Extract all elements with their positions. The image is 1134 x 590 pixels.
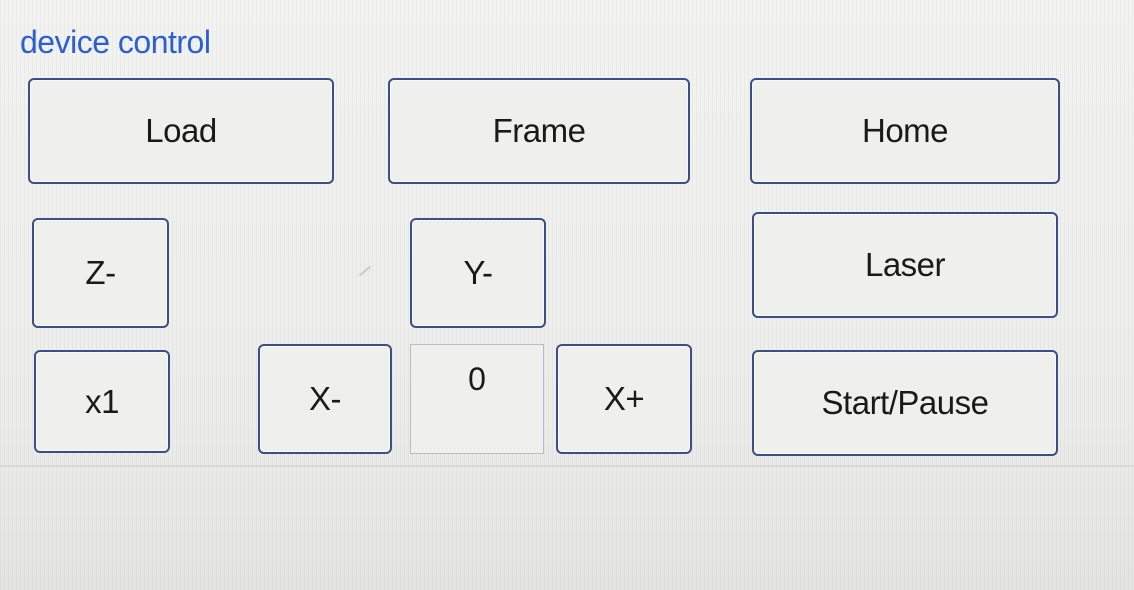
home-button[interactable]: Home xyxy=(750,78,1060,184)
frame-button[interactable]: Frame xyxy=(388,78,690,184)
laser-button[interactable]: Laser xyxy=(752,212,1058,318)
z-minus-button[interactable]: Z- xyxy=(32,218,169,328)
x-plus-button[interactable]: X+ xyxy=(556,344,692,454)
stray-mark xyxy=(358,265,372,277)
position-value-field[interactable]: 0 xyxy=(410,344,544,454)
y-minus-button[interactable]: Y- xyxy=(410,218,546,328)
load-button[interactable]: Load xyxy=(28,78,334,184)
device-control-group: device control Load Frame Home Z- Y- Las… xyxy=(0,0,1134,467)
x-minus-button[interactable]: X- xyxy=(258,344,392,454)
step-multiplier-button[interactable]: x1 xyxy=(34,350,170,453)
device-control-title: device control xyxy=(20,24,211,60)
start-pause-button[interactable]: Start/Pause xyxy=(752,350,1058,456)
